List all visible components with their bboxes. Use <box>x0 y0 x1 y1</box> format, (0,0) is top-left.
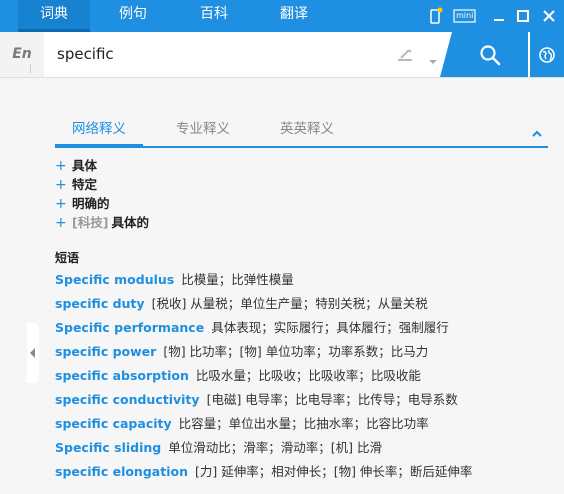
sidebar-toggle[interactable] <box>27 323 39 383</box>
phrase-row: specific absorption 比吸水量；比吸收；比吸收率；比吸收能 <box>55 364 472 388</box>
phrase-translation: [电磁] 电导率；比电导率；比传导；电导系数 <box>206 392 458 407</box>
search-icon <box>479 44 501 66</box>
definition-text: 特定 <box>72 177 98 192</box>
phrase-link[interactable]: Specific performance <box>55 320 204 335</box>
maximize-icon[interactable] <box>514 7 532 25</box>
tab-english-definition[interactable]: 英英释义 <box>280 118 334 146</box>
phrase-row: specific power [物] 比功率；[物] 单位功率；功率系数；比马力 <box>55 340 472 364</box>
search-input[interactable] <box>57 32 377 77</box>
phrase-translation: [物] 比功率；[物] 单位功率；功率系数；比马力 <box>163 344 429 359</box>
phrase-link[interactable]: specific conductivity <box>55 392 200 407</box>
phrase-link[interactable]: specific duty <box>55 296 145 311</box>
online-translate-button[interactable] <box>530 32 564 77</box>
mini-label: mini <box>456 11 474 20</box>
close-icon[interactable] <box>540 7 558 25</box>
minimize-icon[interactable] <box>490 7 508 25</box>
tab-examples[interactable]: 例句 <box>100 0 166 32</box>
definition-item: + 特定 <box>55 175 149 194</box>
phrase-row: specific capacity 比容量；单位出水量；比抽水率；比容比功率 <box>55 412 472 436</box>
phrase-translation: [力] 延伸率；相对伸长；[物] 伸长率；断后延伸率 <box>194 464 473 479</box>
phrase-link[interactable]: specific power <box>55 344 156 359</box>
phrase-link[interactable]: Specific sliding <box>55 440 161 455</box>
tab-encyclopedia[interactable]: 百科 <box>181 0 247 32</box>
mini-mode-button[interactable]: mini <box>453 7 477 25</box>
phrase-link[interactable]: specific elongation <box>55 464 188 479</box>
phrase-link[interactable]: Specific modulus <box>55 272 174 287</box>
definition-list: + 具体 + 特定 + 明确的 + [科技] 具体的 <box>55 156 149 232</box>
handwriting-icon[interactable] <box>396 46 414 64</box>
tab-dictionary[interactable]: 词典 <box>18 0 90 32</box>
phrase-row: Specific modulus 比模量；比弹性模量 <box>55 268 472 292</box>
expand-icon[interactable]: + <box>55 176 72 195</box>
definition-text: 具体 <box>72 158 98 173</box>
phrases-heading: 短语 <box>55 251 80 265</box>
phrase-row: specific elongation [力] 延伸率；相对伸长；[物] 伸长率；… <box>55 460 472 484</box>
definition-text: 具体的 <box>111 215 149 230</box>
tab-web-definition[interactable]: 网络释义 <box>55 118 143 148</box>
expand-icon[interactable]: + <box>55 195 72 214</box>
tab-professional-definition[interactable]: 专业释义 <box>176 118 230 146</box>
phrase-link[interactable]: specific capacity <box>55 416 172 431</box>
definition-text: 明确的 <box>72 196 110 211</box>
tab-translate[interactable]: 翻译 <box>261 0 327 32</box>
phone-icon[interactable] <box>427 7 445 25</box>
definition-item: + [科技] 具体的 <box>55 213 149 232</box>
phrase-translation: 比模量；比弹性模量 <box>181 272 294 287</box>
phrase-translation: 比容量；单位出水量；比抽水率；比容比功率 <box>178 416 429 431</box>
language-divider <box>30 64 40 73</box>
globe-icon <box>538 46 556 64</box>
search-button[interactable] <box>440 32 528 77</box>
definition-item: + 具体 <box>55 156 149 175</box>
phrase-row: Specific sliding 单位滑动比；滑率；滑动率；[机] 比滑 <box>55 436 472 460</box>
phrase-row: specific duty [税收] 从量税；单位生产量；特别关税；从量关税 <box>55 292 472 316</box>
top-bar: 词典 例句 百科 翻译 mini <box>0 0 564 32</box>
expand-icon[interactable]: + <box>55 214 72 233</box>
phrase-link[interactable]: specific absorption <box>55 368 189 383</box>
phrase-row: specific conductivity [电磁] 电导率；比电导率；比传导；电… <box>55 388 472 412</box>
definition-tabs: 网络释义 专业释义 英英释义 <box>55 118 548 148</box>
phrase-translation: 比吸水量；比吸收；比吸收率；比吸收能 <box>195 368 421 383</box>
result-panel: 网络释义 专业释义 英英释义 + 具体 + 特定 + 明确的 + [科技] 具体的 短语 … <box>0 78 564 494</box>
phrase-translation: 单位滑动比；滑率；滑动率；[机] 比滑 <box>168 440 382 455</box>
collapse-icon[interactable] <box>531 124 543 137</box>
expand-icon[interactable]: + <box>55 157 72 176</box>
phrase-translation: [税收] 从量税；单位生产量；特别关税；从量关税 <box>151 296 428 311</box>
phrase-list: Specific modulus 比模量；比弹性模量 specific duty [… <box>55 268 472 484</box>
language-label: En <box>12 46 32 62</box>
definition-item: + 明确的 <box>55 194 149 213</box>
chevron-left-icon <box>30 348 35 358</box>
phrase-translation: 具体表现；实际履行；具体履行；强制履行 <box>211 320 449 335</box>
chevron-down-icon[interactable] <box>428 51 438 64</box>
phrase-row: Specific performance 具体表现；实际履行；具体履行；强制履行 <box>55 316 472 340</box>
search-row: En <box>0 32 564 78</box>
domain-tag: [科技] <box>72 215 109 230</box>
